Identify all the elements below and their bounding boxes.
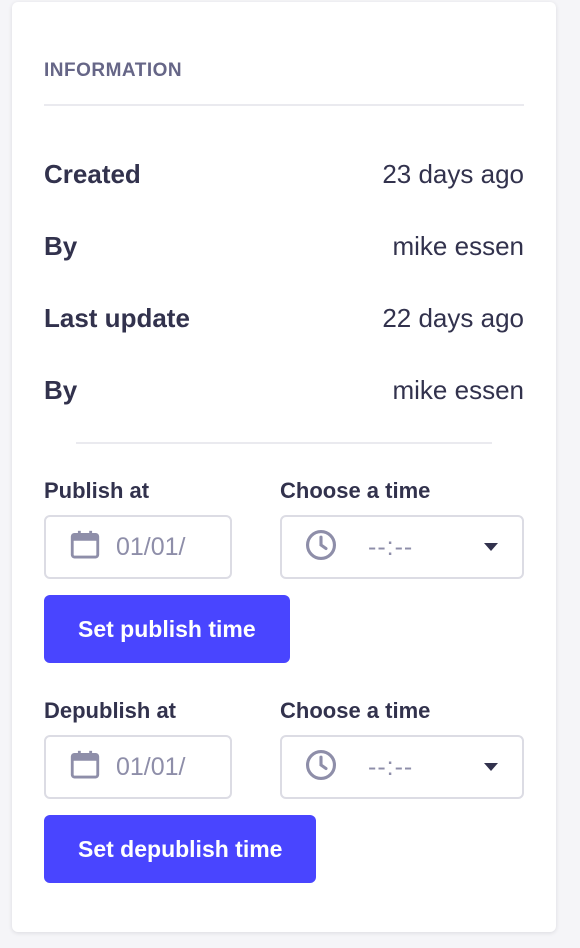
info-label: Last update	[44, 302, 190, 333]
info-label: Created	[44, 158, 141, 189]
caret-down-icon	[484, 543, 498, 551]
depublish-time-label: Choose a time	[280, 698, 431, 723]
publish-time-select[interactable]: --:--	[280, 515, 524, 579]
publish-date-label: Publish at	[44, 478, 150, 503]
info-label: By	[44, 230, 78, 261]
caret-down-icon	[484, 763, 498, 771]
info-row-created: Created 23 days ago	[44, 156, 524, 192]
info-row-created-by: By mike essen	[44, 228, 524, 264]
publish-date-value: 01/01/	[116, 532, 186, 561]
divider	[44, 104, 524, 106]
depublish-time-value: --:--	[368, 752, 414, 781]
info-row-updated-by: By mike essen	[44, 372, 524, 408]
clock-icon	[304, 748, 338, 787]
depublish-date-label: Depublish at	[44, 698, 177, 723]
divider	[76, 442, 492, 444]
info-value: mike essen	[392, 230, 525, 261]
set-depublish-time-button[interactable]: Set depublish time	[44, 815, 317, 883]
info-value: mike essen	[392, 374, 525, 405]
information-panel: INFORMATION Created 23 days ago By mike …	[12, 2, 556, 932]
info-label: By	[44, 374, 78, 405]
info-value: 22 days ago	[382, 302, 524, 333]
depublish-date-input[interactable]: 01/01/	[44, 735, 232, 799]
publish-time-value: --:--	[368, 532, 414, 561]
calendar-icon	[68, 528, 102, 567]
info-row-last-update: Last update 22 days ago	[44, 300, 524, 336]
depublish-date-value: 01/01/	[116, 752, 186, 781]
publish-time-label: Choose a time	[280, 478, 431, 503]
publish-date-input[interactable]: 01/01/	[44, 515, 232, 579]
section-title: INFORMATION	[44, 60, 183, 81]
clock-icon	[304, 528, 338, 567]
info-value: 23 days ago	[382, 158, 524, 189]
calendar-icon	[68, 748, 102, 787]
depublish-time-select[interactable]: --:--	[280, 735, 524, 799]
set-publish-time-button[interactable]: Set publish time	[44, 595, 290, 663]
